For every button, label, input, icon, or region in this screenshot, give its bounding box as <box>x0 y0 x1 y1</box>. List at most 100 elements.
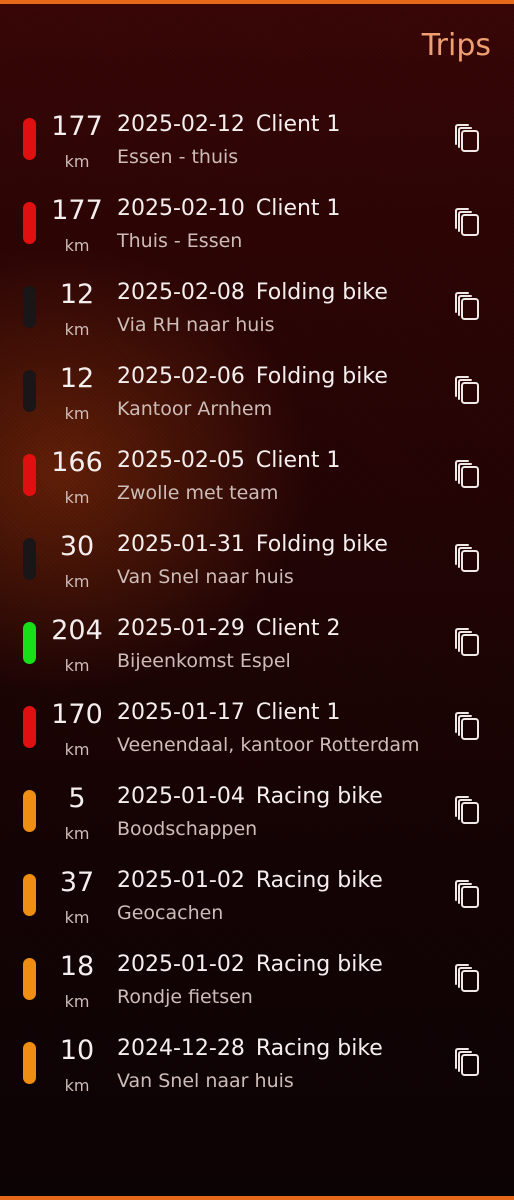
trip-date: 2025-02-10 <box>117 196 245 221</box>
distance-value: 12 <box>59 363 95 394</box>
trip-headline: 2025-01-17 Client 1 <box>117 700 341 725</box>
distance-unit: km <box>64 572 90 591</box>
trip-headline: 2025-02-10 Client 1 <box>117 196 341 221</box>
copy-trip-button[interactable] <box>448 708 484 744</box>
copy-trip-button[interactable] <box>448 540 484 576</box>
copy-trip-button[interactable] <box>448 1044 484 1080</box>
trip-row-1[interactable]: 177 km 2025-02-12 Client 1 Essen - thuis <box>0 98 514 182</box>
distance-value: 37 <box>59 867 95 898</box>
copy-trip-button[interactable] <box>448 120 484 156</box>
distance-unit: km <box>64 824 90 843</box>
trip-description: Bijeenkomst Espel <box>117 650 291 672</box>
trip-date: 2025-02-06 <box>117 364 245 389</box>
trip-description: Van Snel naar huis <box>117 566 294 588</box>
trip-vehicle: Racing bike <box>255 1036 383 1061</box>
trip-description: Essen - thuis <box>117 146 239 168</box>
copy-trip-button[interactable] <box>448 960 484 996</box>
distance-value: 204 <box>51 615 103 646</box>
trip-headline: 2025-01-04 Racing bike <box>117 784 383 809</box>
trip-headline: 2025-01-29 Client 2 <box>117 616 341 641</box>
trip-vehicle: Racing bike <box>255 952 383 977</box>
distance-value: 30 <box>59 531 95 562</box>
trip-vehicle: Client 1 <box>255 112 341 137</box>
distance-value: 177 <box>51 111 103 142</box>
trip-headline: 2025-01-02 Racing bike <box>117 952 383 977</box>
trip-row-2[interactable]: 177 km 2025-02-10 Client 1 Thuis - Essen <box>0 182 514 266</box>
trip-row-6[interactable]: 30 km 2025-01-31 Folding bike Van Snel na… <box>0 518 514 602</box>
distance-value: 170 <box>51 699 103 730</box>
distance-unit: km <box>64 404 90 423</box>
trip-row-7[interactable]: 204 km 2025-01-29 Client 2 Bijeenkomst Es… <box>0 602 514 686</box>
distance-unit: km <box>64 152 90 171</box>
distance-value: 166 <box>51 447 103 478</box>
distance-unit: km <box>64 992 90 1011</box>
distance-unit: km <box>64 656 90 675</box>
trip-vehicle: Folding bike <box>255 280 388 305</box>
trip-date: 2025-02-05 <box>117 448 245 473</box>
trip-row-10[interactable]: 37 km 2025-01-02 Racing bike Geocachen <box>0 854 514 938</box>
distance-value: 10 <box>59 1035 95 1066</box>
vehicle-color-indicator <box>23 538 36 580</box>
copy-trip-button[interactable] <box>448 204 484 240</box>
vehicle-color-indicator <box>23 202 36 244</box>
trip-row-9[interactable]: 5 km 2025-01-04 Racing bike Boodschappen <box>0 770 514 854</box>
copy-icon <box>455 376 479 404</box>
copy-icon <box>455 796 479 824</box>
distance-unit: km <box>64 236 90 255</box>
distance-unit: km <box>64 908 90 927</box>
distance-value: 5 <box>68 783 86 814</box>
copy-icon <box>455 124 479 152</box>
trip-date: 2025-02-12 <box>117 112 245 137</box>
copy-trip-button[interactable] <box>448 792 484 828</box>
trip-row-3[interactable]: 12 km 2025-02-08 Folding bike Via RH naar… <box>0 266 514 350</box>
vehicle-color-indicator <box>23 622 36 664</box>
distance-value: 12 <box>59 279 95 310</box>
trip-row-4[interactable]: 12 km 2025-02-06 Folding bike Kantoor Arn… <box>0 350 514 434</box>
copy-trip-button[interactable] <box>448 624 484 660</box>
page-title: Trips <box>421 28 491 63</box>
trip-row-8[interactable]: 170 km 2025-01-17 Client 1 Veenendaal, ka… <box>0 686 514 770</box>
trip-vehicle: Racing bike <box>255 784 383 809</box>
vehicle-color-indicator <box>23 958 36 1000</box>
trip-vehicle: Racing bike <box>255 868 383 893</box>
trip-date: 2025-01-04 <box>117 784 245 809</box>
copy-trip-button[interactable] <box>448 288 484 324</box>
trip-vehicle: Client 1 <box>255 700 341 725</box>
bottom-accent-bar <box>0 1196 514 1200</box>
trips-screen: Trips 177 km 2025-02-12 Client 1 Essen - … <box>0 0 514 1200</box>
copy-icon <box>455 1048 479 1076</box>
distance-unit: km <box>64 740 90 759</box>
vehicle-color-indicator <box>23 874 36 916</box>
top-accent-bar <box>0 0 514 4</box>
copy-trip-button[interactable] <box>448 876 484 912</box>
trip-vehicle: Folding bike <box>255 532 388 557</box>
trip-date: 2025-01-02 <box>117 868 245 893</box>
vehicle-color-indicator <box>23 1042 36 1084</box>
trip-list[interactable]: 177 km 2025-02-12 Client 1 Essen - thuis … <box>0 98 514 1106</box>
copy-trip-button[interactable] <box>448 456 484 492</box>
trip-vehicle: Client 2 <box>255 616 341 641</box>
trip-description: Kantoor Arnhem <box>117 398 273 420</box>
trip-date: 2025-01-29 <box>117 616 245 641</box>
trip-description: Geocachen <box>117 902 224 924</box>
trip-vehicle: Client 1 <box>255 448 341 473</box>
copy-icon <box>455 880 479 908</box>
distance-value: 177 <box>51 195 103 226</box>
trip-row-11[interactable]: 18 km 2025-01-02 Racing bike Rondje fiets… <box>0 938 514 1022</box>
copy-icon <box>455 964 479 992</box>
trip-description: Zwolle met team <box>117 482 279 504</box>
copy-icon <box>455 460 479 488</box>
trip-date: 2025-01-31 <box>117 532 245 557</box>
trip-description: Boodschappen <box>117 818 258 840</box>
trip-row-12[interactable]: 10 km 2024-12-28 Racing bike Van Snel naa… <box>0 1022 514 1106</box>
copy-trip-button[interactable] <box>448 372 484 408</box>
trip-headline: 2025-02-12 Client 1 <box>117 112 341 137</box>
copy-icon <box>455 628 479 656</box>
trip-row-5[interactable]: 166 km 2025-02-05 Client 1 Zwolle met tea… <box>0 434 514 518</box>
vehicle-color-indicator <box>23 286 36 328</box>
trip-headline: 2025-01-02 Racing bike <box>117 868 383 893</box>
copy-icon <box>455 712 479 740</box>
trip-headline: 2025-02-06 Folding bike <box>117 364 388 389</box>
trip-vehicle: Folding bike <box>255 364 388 389</box>
vehicle-color-indicator <box>23 706 36 748</box>
